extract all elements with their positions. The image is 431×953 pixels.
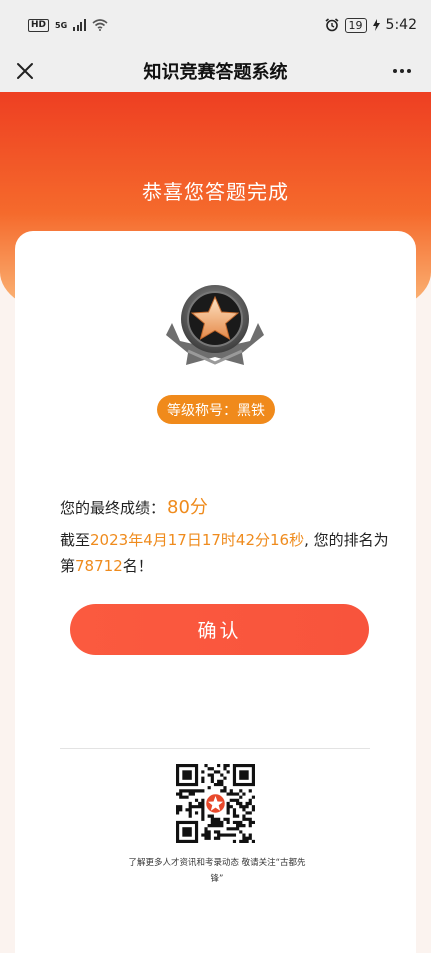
score-label: 您的最终成绩： — [60, 499, 166, 517]
close-icon — [17, 63, 33, 79]
rank-suffix: 名！ — [122, 557, 153, 575]
rank-value: 78712 — [75, 557, 123, 575]
deadline-value: 2023年4月17日17时42分16秒 — [90, 531, 305, 549]
alarm-icon — [325, 18, 339, 32]
ranking-middle: , 您的排名为 — [304, 531, 389, 549]
score-value: 80分 — [167, 497, 208, 518]
battery-indicator: 19 — [344, 17, 367, 33]
status-time: 5:42 — [385, 17, 417, 33]
page-title: 知识竞赛答题系统 — [143, 62, 288, 83]
hero-title: 恭喜您答题完成 — [142, 180, 289, 204]
more-dot-icon — [400, 69, 404, 73]
rank-title-badge: 等级称号：黑铁 — [157, 395, 275, 424]
hd-badge: HD — [28, 18, 50, 32]
divider — [60, 748, 370, 749]
footer-note: 了解更多人才资讯和考录动态 敬请关注“古都先锋” — [128, 858, 306, 884]
qr-code — [176, 764, 255, 843]
deadline-prefix: 截至 — [60, 531, 91, 549]
more-dot-icon — [407, 69, 411, 73]
ranking-text: 截至2023年4月17日17时42分16秒, 您的排名为第78712名！ — [60, 527, 390, 579]
status-right: 19 5:42 — [325, 17, 417, 33]
result-card: 等级称号：黑铁 您的最终成绩： 80分 截至2023年4月17日17时42分16… — [15, 231, 416, 953]
wifi-icon — [92, 19, 108, 31]
score-line: 您的最终成绩： 80分 — [60, 493, 208, 519]
iron-medal-icon — [166, 285, 264, 365]
signal-icon — [73, 19, 86, 31]
confirm-button[interactable]: 确认 — [70, 604, 369, 655]
rank-prefix: 第 — [60, 557, 76, 575]
close-button[interactable] — [10, 56, 40, 86]
status-bar: HD 5G 19 5:42 — [0, 0, 431, 50]
network-type: 5G — [55, 20, 68, 30]
more-dot-icon — [393, 69, 397, 73]
status-left: HD 5G — [28, 18, 108, 32]
nav-bar: 知识竞赛答题系统 — [0, 50, 431, 92]
more-menu-button[interactable] — [387, 56, 417, 86]
charging-icon — [372, 19, 380, 31]
